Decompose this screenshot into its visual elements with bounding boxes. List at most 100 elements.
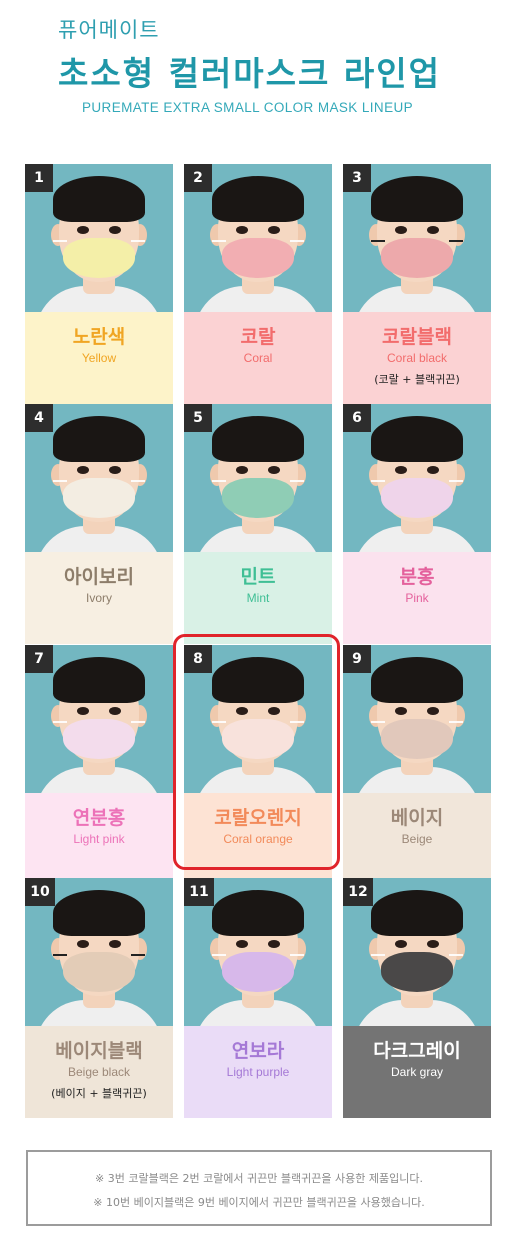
- product-card[interactable]: 10 베이지블랙 Beige black (베이지 + 블랙귀끈): [25, 878, 173, 1118]
- product-number: 3: [343, 164, 371, 192]
- product-label: 아이보리 Ivory: [25, 552, 173, 644]
- eye: [268, 466, 280, 474]
- product-photo: 8: [184, 645, 332, 793]
- ear-strap: [131, 954, 145, 956]
- product-label: 연분홍 Light pink: [25, 793, 173, 885]
- ear-strap: [53, 480, 67, 482]
- product-name-ko: 다크그레이: [373, 1040, 461, 1062]
- page-subtitle: PUREMATE EXTRA SMALL COLOR MASK LINEUP: [82, 100, 414, 115]
- product-card[interactable]: 9 베이지 Beige: [343, 645, 491, 885]
- product-number: 7: [25, 645, 53, 673]
- hair: [212, 416, 304, 462]
- product-photo: 7: [25, 645, 173, 793]
- hair: [53, 657, 145, 703]
- ear-strap: [212, 954, 226, 956]
- eye: [77, 940, 89, 948]
- notice-line: ※ 10번 베이지블랙은 9번 베이지에서 귀끈만 블랙귀끈을 사용했습니다.: [93, 1196, 425, 1209]
- ear-strap: [371, 954, 385, 956]
- product-name-en: Beige: [401, 832, 433, 846]
- product-name-ko: 코랄: [240, 326, 276, 348]
- product-name-ko: 코랄오렌지: [214, 807, 302, 829]
- page-header: 퓨어메이트 초소형 컬러마스크 라인업 PUREMATE EXTRA SMALL…: [0, 0, 516, 140]
- brand-name: 퓨어메이트: [58, 18, 160, 42]
- ear-strap: [212, 240, 226, 242]
- ear-strap: [371, 240, 385, 242]
- mask-swatch: [381, 719, 453, 759]
- eye: [395, 940, 407, 948]
- eye: [236, 707, 248, 715]
- product-number: 2: [184, 164, 212, 192]
- ear-strap: [290, 721, 304, 723]
- hair: [371, 176, 463, 222]
- product-photo: 1: [25, 164, 173, 312]
- product-photo: 3: [343, 164, 491, 312]
- product-label: 코랄오렌지 Coral orange: [184, 793, 332, 885]
- eye: [109, 226, 121, 234]
- product-name-en: Light pink: [73, 832, 125, 846]
- eye: [427, 226, 439, 234]
- eye: [109, 940, 121, 948]
- eye: [109, 466, 121, 474]
- product-number: 8: [184, 645, 212, 673]
- product-card[interactable]: 8 코랄오렌지 Coral orange: [184, 645, 332, 885]
- product-number: 12: [343, 878, 373, 906]
- notice-box: ※ 3번 코랄블랙은 2번 코랄에서 귀끈만 블랙귀끈을 사용한 제품입니다. …: [26, 1150, 492, 1226]
- eye: [395, 226, 407, 234]
- mask-swatch: [63, 238, 135, 278]
- product-name-en: Beige black: [67, 1065, 131, 1079]
- product-number: 11: [184, 878, 214, 906]
- product-card[interactable]: 3 코랄블랙 Coral black (코랄 + 블랙귀끈): [343, 164, 491, 404]
- ear-strap: [449, 480, 463, 482]
- product-card[interactable]: 4 아이보리 Ivory: [25, 404, 173, 644]
- product-label: 노란색 Yellow: [25, 312, 173, 404]
- ear-strap: [290, 480, 304, 482]
- ear-strap: [449, 721, 463, 723]
- ear-strap: [371, 480, 385, 482]
- notice-line: ※ 3번 코랄블랙은 2번 코랄에서 귀끈만 블랙귀끈을 사용한 제품입니다.: [95, 1172, 423, 1185]
- product-name-en: Mint: [246, 591, 270, 605]
- product-card[interactable]: 12 다크그레이 Dark gray: [343, 878, 491, 1118]
- ear-strap: [212, 480, 226, 482]
- product-photo: 4: [25, 404, 173, 552]
- hair: [212, 890, 304, 936]
- mask-swatch: [381, 238, 453, 278]
- product-card[interactable]: 6 분홍 Pink: [343, 404, 491, 644]
- mask-swatch: [222, 478, 294, 518]
- ear-strap: [290, 954, 304, 956]
- product-label: 연보라 Light purple: [184, 1026, 332, 1118]
- product-label: 다크그레이 Dark gray: [343, 1026, 491, 1118]
- product-label: 코랄블랙 Coral black (코랄 + 블랙귀끈): [343, 312, 491, 404]
- ear-strap: [212, 721, 226, 723]
- ear-strap: [371, 721, 385, 723]
- product-name-en: Dark gray: [390, 1065, 443, 1079]
- hair: [371, 890, 463, 936]
- product-card[interactable]: 2 코랄 Coral: [184, 164, 332, 404]
- product-card[interactable]: 1 노란색 Yellow: [25, 164, 173, 404]
- eye: [427, 466, 439, 474]
- product-name-ko: 분홍: [399, 566, 435, 588]
- eye: [236, 940, 248, 948]
- product-name-en: Coral: [243, 351, 273, 365]
- product-name-ko: 베이지블랙: [55, 1040, 143, 1062]
- ear-strap: [131, 721, 145, 723]
- product-card[interactable]: 11 연보라 Light purple: [184, 878, 332, 1118]
- product-card[interactable]: 7 연분홍 Light pink: [25, 645, 173, 885]
- ear-strap: [449, 954, 463, 956]
- product-name-ko: 베이지: [390, 807, 444, 829]
- eye: [109, 707, 121, 715]
- product-number: 6: [343, 404, 371, 432]
- product-name-ko: 연보라: [231, 1040, 285, 1062]
- product-name-ko: 민트: [240, 566, 276, 588]
- hair: [53, 416, 145, 462]
- eye: [236, 466, 248, 474]
- product-number: 5: [184, 404, 212, 432]
- product-name-en: Coral black: [386, 351, 448, 365]
- product-photo: 2: [184, 164, 332, 312]
- product-card[interactable]: 5 민트 Mint: [184, 404, 332, 644]
- product-name-en: Ivory: [85, 591, 112, 605]
- hair: [371, 416, 463, 462]
- product-note: (코랄 + 블랙귀끈): [374, 373, 460, 386]
- eye: [395, 707, 407, 715]
- product-label: 베이지 Beige: [343, 793, 491, 885]
- eye: [77, 707, 89, 715]
